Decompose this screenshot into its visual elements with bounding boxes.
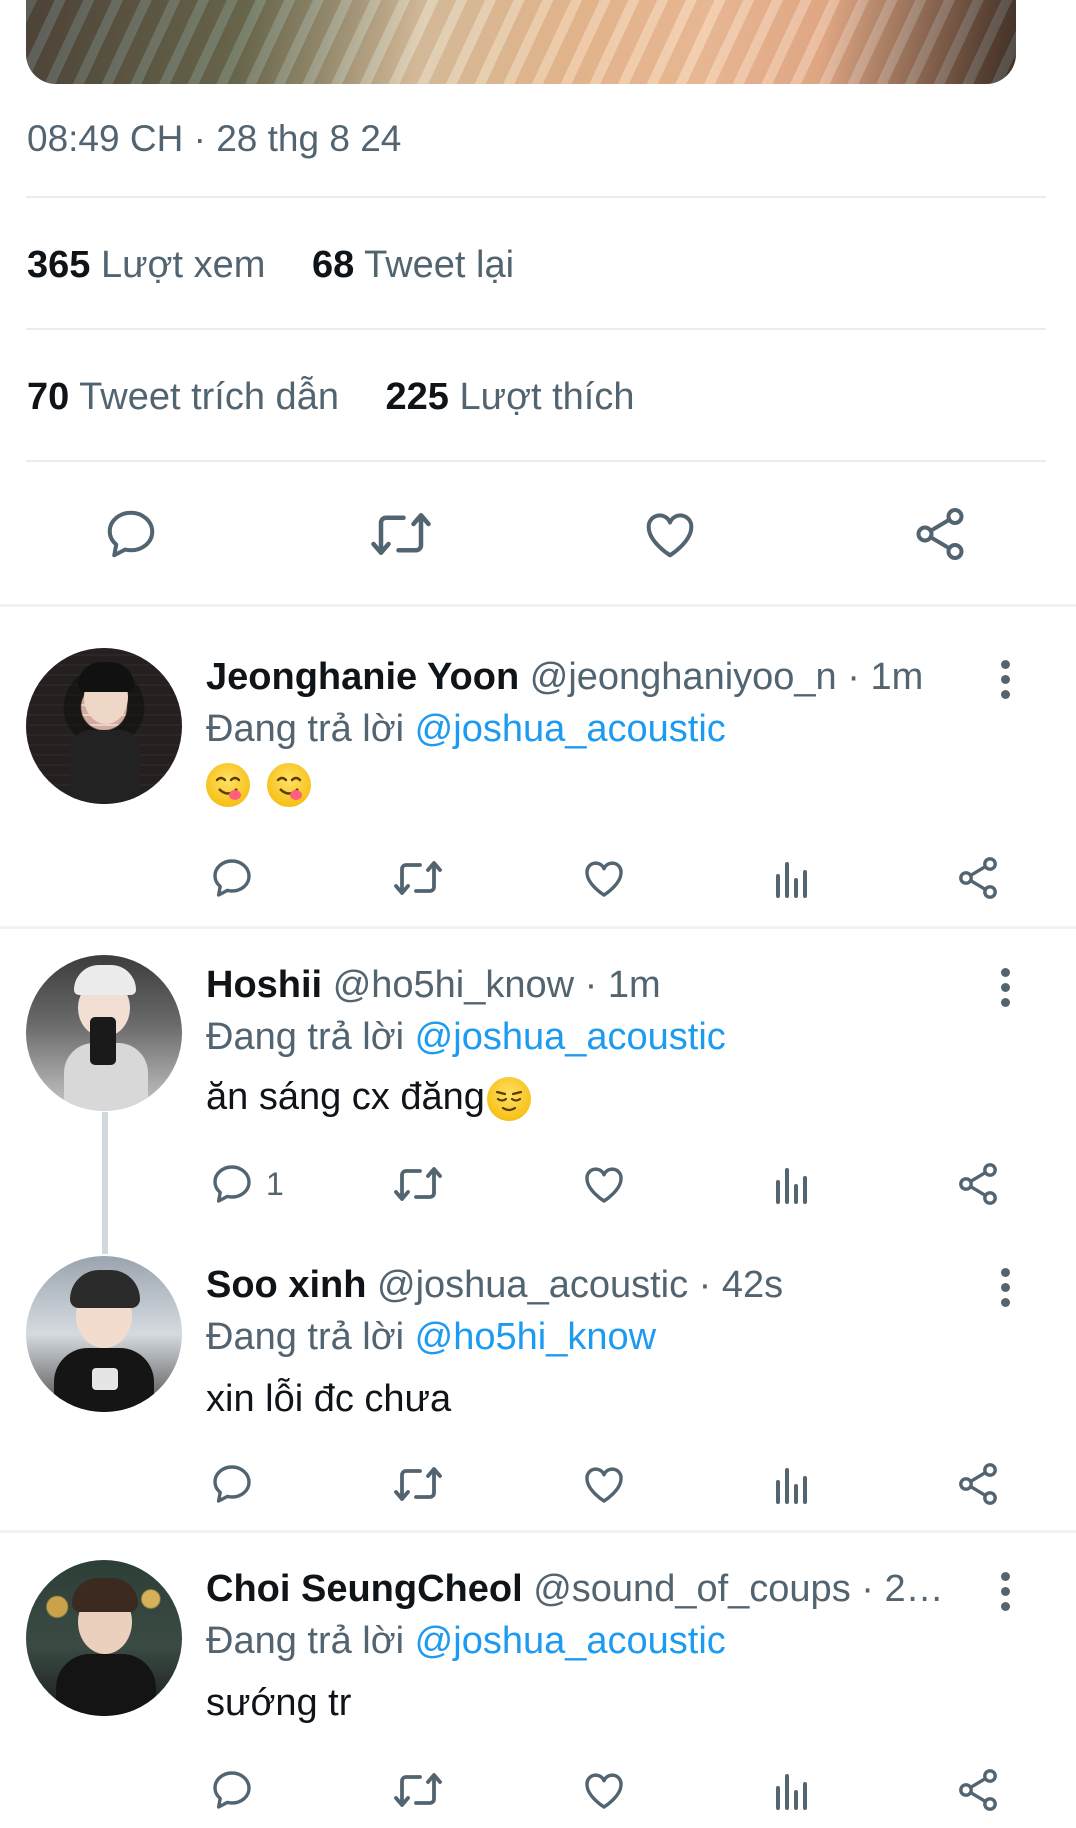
tweet-action-bar [0,498,1076,568]
divider [26,196,1046,198]
time[interactable]: · 42s [699,1264,783,1306]
replying-to: Đang trả lời @joshua_acoustic [206,1016,726,1059]
yum-face-emoji [266,762,311,807]
retweets-label: Tweet lại [364,244,515,286]
share-icon[interactable] [954,1160,1002,1208]
reply-header: Soo xinh @joshua_acoustic · 42s [206,1264,783,1307]
reply-text-content: ăn sáng cx đăng [206,1076,485,1118]
more-options-icon[interactable] [1000,1572,1012,1617]
tweet-timestamp[interactable]: 08:49 CH · 28 thg 8 24 [27,118,401,160]
reply-action-bar [0,1764,1076,1824]
reply-icon[interactable] [208,1766,256,1814]
divider [26,460,1046,462]
reply-text: ăn sáng cx đăng [206,1076,531,1121]
replying-label: Đang trả lời [206,1316,405,1358]
views-count: 365 [27,244,91,286]
analytics-icon[interactable] [768,1766,816,1814]
share-icon[interactable] [954,1460,1002,1508]
divider [26,328,1046,330]
display-name[interactable]: Jeonghanie Yoon [206,656,519,698]
analytics-icon[interactable] [768,854,816,902]
like-heart-icon[interactable] [580,854,628,902]
reply-icon[interactable] [208,854,256,902]
quotes-stat[interactable]: 70 Tweet trích dẫn [27,376,339,418]
replying-label: Đang trả lời [206,1620,405,1662]
display-name[interactable]: Hoshii [206,964,322,1006]
yum-face-emoji [206,762,250,807]
more-options-icon[interactable] [1000,968,1012,1013]
reply-header: Hoshii @ho5hi_know · 1m [206,964,661,1007]
reply-icon[interactable] [208,1460,256,1508]
retweets-stat[interactable]: 68 Tweet lại [312,244,514,286]
share-icon[interactable] [954,854,1002,902]
mention-link[interactable]: @joshua_acoustic [415,1620,726,1662]
likes-label: Lượt thích [459,376,635,418]
retweet-icon[interactable] [392,854,444,902]
more-options-icon[interactable] [1000,660,1012,705]
tweet-media-image[interactable] [26,0,1016,84]
mention-link[interactable]: @joshua_acoustic [415,1016,726,1058]
retweet-icon[interactable] [392,1460,444,1508]
like-heart-icon[interactable] [580,1460,628,1508]
replying-to: Đang trả lời @joshua_acoustic [206,708,726,751]
likes-stat[interactable]: 225 Lượt thích [386,376,635,418]
relieved-face-emoji [486,1076,531,1121]
handle[interactable]: @ho5hi_know [333,964,574,1006]
share-icon[interactable] [954,1766,1002,1814]
replying-to: Đang trả lời @joshua_acoustic [206,1620,726,1663]
retweet-icon[interactable] [392,1766,444,1814]
handle[interactable]: @jeonghaniyoo_n [530,656,837,698]
views-label: Lượt xem [100,244,266,286]
reply-header: Choi SeungCheol @sound_of_coups · 2… [206,1568,944,1611]
more-options-icon[interactable] [1000,1268,1012,1313]
time[interactable]: · 2… [861,1568,943,1610]
retweets-count: 68 [311,244,355,286]
replying-label: Đang trả lời [206,1016,405,1058]
like-heart-icon[interactable] [640,504,700,564]
share-icon[interactable] [910,504,970,564]
reply-action-bar [0,852,1076,912]
quotes-label: Tweet trích dẫn [79,376,339,418]
reply-text: xin lỗi đc chưa [206,1378,452,1420]
reply-action-bar [0,1458,1076,1518]
quotes-count: 70 [27,376,70,418]
reply-count: 1 [266,1166,284,1202]
reply-text: sướng tr [206,1682,352,1724]
stats-row-2: 70 Tweet trích dẫn 225 Lượt thích [27,376,671,419]
like-heart-icon[interactable] [580,1160,628,1208]
time[interactable]: · 1m [847,656,923,698]
stats-row-1: 365 Lượt xem 68 Tweet lại [27,244,550,287]
likes-count: 225 [385,376,449,418]
display-name[interactable]: Choi SeungCheol [206,1568,523,1610]
retweet-icon[interactable] [392,1160,444,1208]
mention-link[interactable]: @ho5hi_know [415,1316,656,1358]
replying-label: Đang trả lời [206,708,405,750]
avatar[interactable] [26,1560,182,1716]
avatar[interactable] [26,648,182,804]
time[interactable]: · 1m [585,964,661,1006]
avatar[interactable] [26,1256,182,1412]
handle[interactable]: @sound_of_coups [533,1568,850,1610]
reply-item[interactable]: Choi SeungCheol @sound_of_coups · 2… Đan… [0,1532,1076,1828]
retweet-icon[interactable] [368,504,434,564]
reply-item[interactable]: Hoshii @ho5hi_know · 1m Đang trả lời @jo… [0,928,1076,1228]
reply-icon[interactable] [208,1160,256,1208]
views-stat[interactable]: 365 Lượt xem [27,244,265,286]
mention-link[interactable]: @joshua_acoustic [415,708,726,750]
avatar[interactable] [26,955,182,1111]
like-heart-icon[interactable] [580,1766,628,1814]
analytics-icon[interactable] [768,1460,816,1508]
reply-item[interactable]: Jeonghanie Yoon @jeonghaniyoo_n · 1m Đan… [0,606,1076,926]
reply-action-bar: 1 [0,1158,1076,1218]
handle[interactable]: @joshua_acoustic [377,1264,688,1306]
reply-text [206,762,311,807]
replying-to: Đang trả lời @ho5hi_know [206,1316,656,1359]
display-name[interactable]: Soo xinh [206,1264,366,1306]
reply-item[interactable]: Soo xinh @joshua_acoustic · 42s Đang trả… [0,1228,1076,1528]
reply-header: Jeonghanie Yoon @jeonghaniyoo_n · 1m [206,656,923,699]
reply-icon[interactable] [101,504,161,564]
analytics-icon[interactable] [768,1160,816,1208]
